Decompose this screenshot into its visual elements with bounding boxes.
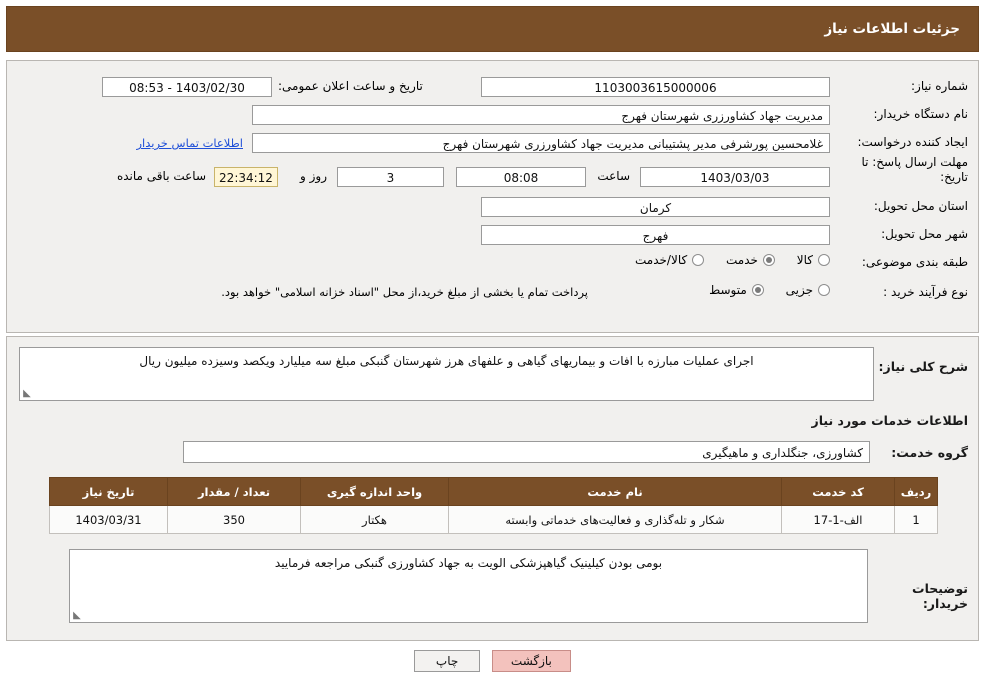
overview-value: اجرای عملیات مبارزه با افات و بیماریهای … [139, 354, 754, 368]
table-header-service-name: نام خدمت [448, 477, 782, 506]
category-option-kala[interactable]: کالا [797, 253, 830, 267]
delivery-city-value: فهرج [481, 225, 830, 245]
service-group-label: گروه خدمت: [891, 445, 968, 460]
need-summary-panel: شماره نیاز: 1103003615000006 تاریخ و ساع… [6, 60, 979, 333]
cell-service-code: الف-1-17 [781, 505, 895, 534]
table-header-need-date: تاریخ نیاز [49, 477, 168, 506]
table-header-unit: واحد اندازه گیری [300, 477, 449, 506]
cell-unit: هکتار [300, 505, 449, 534]
table-header-row-index: ردیف [894, 477, 938, 506]
table-header-service-code: کد خدمت [781, 477, 895, 506]
category-option-kala-khedmat-label: کالا/خدمت [635, 253, 688, 267]
category-option-kala-label: کالا [796, 253, 813, 267]
radio-icon[interactable] [762, 254, 775, 266]
buyer-notes-label: توضیحات خریدار: [912, 581, 968, 611]
page-root: جزئیات اطلاعات نیاز AriaTender.net شماره… [0, 0, 985, 691]
resize-grip-icon[interactable]: ◣ [22, 389, 32, 399]
deadline-date-value: 1403/03/03 [640, 167, 830, 187]
delivery-province-label: استان محل تحویل: [873, 199, 968, 213]
category-label: طبقه بندی موضوعی: [861, 255, 968, 269]
deadline-time-label: ساعت [597, 169, 630, 183]
services-table: ردیف کد خدمت نام خدمت واحد اندازه گیری ت… [49, 477, 938, 534]
purchase-type-option-jozei-label: جزیی [785, 283, 813, 297]
purchase-type-note: پرداخت تمام یا بخشی از مبلغ خرید،از محل … [221, 285, 588, 299]
cell-need-date: 1403/03/31 [49, 505, 168, 534]
need-details-panel: شرح کلی نیاز: اجرای عملیات مبارزه با افا… [6, 336, 979, 641]
need-number-label: شماره نیاز: [911, 79, 968, 93]
table-header-quantity: تعداد / مقدار [167, 477, 301, 506]
radio-icon[interactable] [818, 254, 830, 266]
buyer-notes-value: بومی بودن کیلینیک گیاهپزشکی الویت به جها… [274, 556, 663, 570]
delivery-city-label: شهر محل تحویل: [881, 227, 968, 241]
footer-actions: بازگشت چاپ [0, 650, 985, 672]
purchase-type-option-motevaset-label: متوسط [709, 283, 747, 297]
cell-row-index: 1 [894, 505, 938, 534]
radio-icon[interactable] [818, 284, 830, 296]
delivery-province-value: کرمان [481, 197, 830, 217]
purchase-type-label: نوع فرآیند خرید : [883, 285, 968, 299]
deadline-label: مهلت ارسال پاسخ: تا تاریخ: [861, 155, 968, 184]
buyer-contact-link[interactable]: اطلاعات تماس خریدار [136, 136, 243, 150]
announce-datetime-value: 1403/02/30 - 08:53 [102, 77, 272, 97]
resize-grip-icon[interactable]: ◣ [72, 611, 82, 621]
deadline-days-value: 3 [337, 167, 444, 187]
cell-service-name: شکار و تله‌گذاری و فعالیت‌های خدماتی واب… [448, 505, 782, 534]
purchase-type-option-motevaset[interactable]: متوسط [709, 283, 764, 297]
need-number-value: 1103003615000006 [481, 77, 830, 97]
cell-quantity: 350 [167, 505, 301, 534]
print-button[interactable]: چاپ [414, 650, 481, 672]
category-option-kala-khedmat[interactable]: کالا/خدمت [635, 253, 705, 267]
purchase-type-radio-group: جزیی متوسط [570, 283, 830, 299]
purchase-type-option-jozei[interactable]: جزیی [786, 283, 830, 297]
deadline-days-label: روز و [300, 169, 327, 183]
table-header-row: ردیف کد خدمت نام خدمت واحد اندازه گیری ت… [49, 477, 938, 506]
radio-icon[interactable] [692, 254, 705, 266]
service-group-value: کشاورزی، جنگلداری و ماهیگیری [183, 441, 870, 463]
category-option-khedmat-label: خدمت [726, 253, 758, 267]
deadline-remaining-label: ساعت باقی مانده [116, 169, 206, 183]
services-table-wrapper: ردیف کد خدمت نام خدمت واحد اندازه گیری ت… [49, 477, 938, 534]
overview-textarea[interactable]: اجرای عملیات مبارزه با افات و بیماریهای … [19, 347, 874, 401]
page-title: جزئیات اطلاعات نیاز [824, 21, 960, 37]
deadline-countdown-value: 22:34:12 [214, 167, 278, 187]
requester-value: غلامحسین پورشرفی مدیر پشتیبانی مدیریت جه… [252, 133, 830, 153]
category-radio-group: کالا خدمت کالا/خدمت [430, 253, 830, 269]
buyer-notes-textarea[interactable]: بومی بودن کیلینیک گیاهپزشکی الویت به جها… [69, 549, 868, 623]
deadline-time-value: 08:08 [456, 167, 586, 187]
buyer-org-label: نام دستگاه خریدار: [873, 107, 969, 121]
page-header: جزئیات اطلاعات نیاز [6, 6, 979, 52]
category-option-khedmat[interactable]: خدمت [726, 253, 775, 267]
back-button[interactable]: بازگشت [491, 650, 571, 672]
services-section-title: اطلاعات خدمات مورد نیاز [811, 413, 969, 428]
requester-label: ایجاد کننده درخواست: [857, 135, 968, 149]
buyer-org-value: مدیریت جهاد کشاورزری شهرستان فهرج [252, 105, 830, 125]
overview-label: شرح کلی نیاز: [878, 359, 968, 374]
radio-icon[interactable] [751, 284, 764, 296]
table-row: 1 الف-1-17 شکار و تله‌گذاری و فعالیت‌های… [49, 505, 938, 534]
announce-datetime-label: تاریخ و ساعت اعلان عمومی: [278, 79, 423, 93]
